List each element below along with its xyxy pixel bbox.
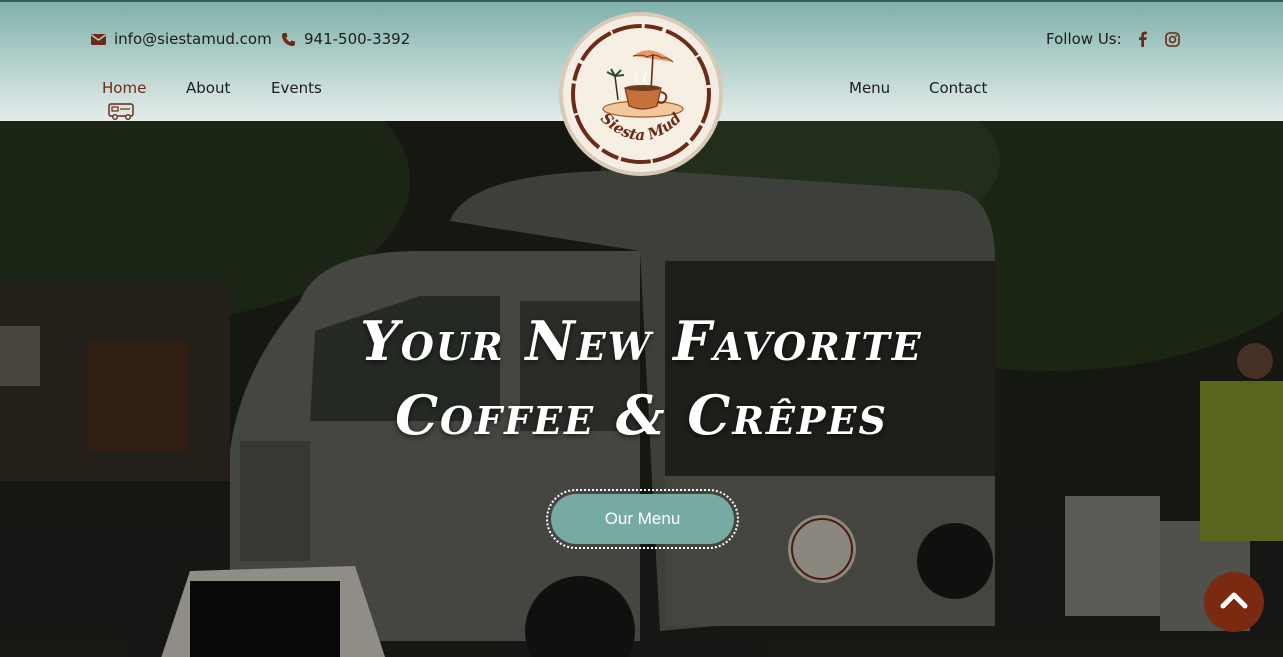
email-text[interactable]: info@siestamud.com <box>114 30 272 48</box>
facebook-icon[interactable] <box>1134 30 1152 48</box>
nav-events[interactable]: Events <box>271 79 322 97</box>
nav-contact[interactable]: Contact <box>929 79 987 97</box>
hero-title-line1: Your New Favorite <box>360 309 923 373</box>
phone-icon <box>281 32 296 47</box>
scroll-to-top-button[interactable] <box>1204 572 1264 632</box>
hero-section: Your New Favorite Coffee & Crêpes Our Me… <box>0 121 1283 657</box>
nav-menu[interactable]: Menu <box>849 79 890 97</box>
envelope-icon <box>91 33 106 45</box>
chevron-up-icon <box>1220 591 1248 613</box>
logo-graphic: Siesta Mud <box>569 22 713 166</box>
food-truck-icon <box>107 101 137 125</box>
site-logo[interactable]: Siesta Mud <box>563 16 719 172</box>
email-contact[interactable]: info@siestamud.com <box>91 30 272 48</box>
our-menu-button[interactable]: Our Menu <box>546 489 739 549</box>
phone-contact[interactable]: 941-500-3392 <box>281 30 410 48</box>
social-links: Follow Us: <box>1046 30 1182 48</box>
hero-title-line2: Coffee & Crêpes <box>395 383 888 447</box>
follow-label: Follow Us: <box>1046 30 1122 48</box>
phone-text[interactable]: 941-500-3392 <box>304 30 410 48</box>
nav-home[interactable]: Home <box>102 79 146 97</box>
instagram-icon[interactable] <box>1164 30 1182 48</box>
nav-about[interactable]: About <box>186 79 230 97</box>
